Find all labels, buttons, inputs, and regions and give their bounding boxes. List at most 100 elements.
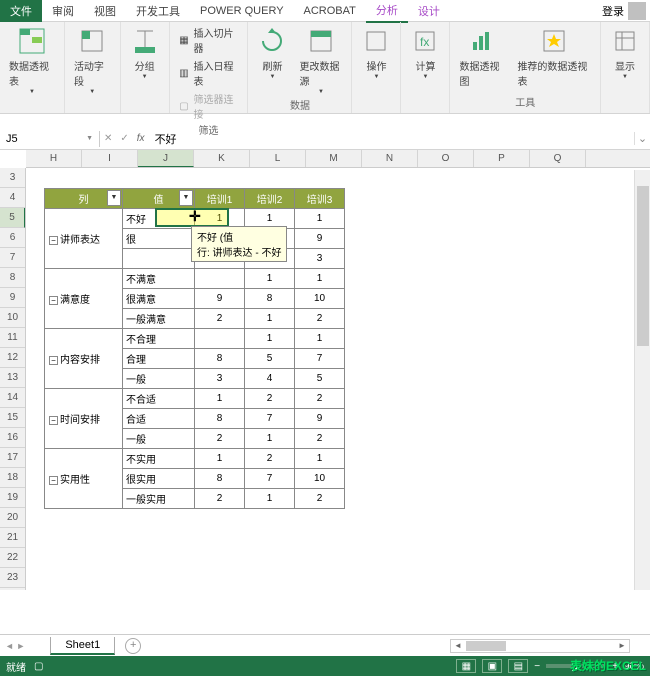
col-header-H[interactable]: H (26, 150, 82, 167)
row-header-17[interactable]: 17 (0, 448, 25, 468)
pivot-row[interactable]: −时间安排不合适122 (45, 389, 345, 409)
row-header-8[interactable]: 8 (0, 268, 25, 288)
pivot-cell[interactable] (195, 329, 245, 349)
pivot-cell[interactable]: 1 (295, 209, 345, 229)
actions-button[interactable]: 操作▼ (357, 24, 395, 82)
row-header-12[interactable]: 12 (0, 348, 25, 368)
active-field-button[interactable]: 活动字段▼ (70, 24, 115, 97)
pivot-cell[interactable]: 7 (245, 409, 295, 429)
col-header-I[interactable]: I (82, 150, 138, 167)
formula-input[interactable]: 不好 (149, 129, 634, 149)
pivot-cell[interactable]: 2 (195, 309, 245, 329)
row-header-24[interactable]: 24 (0, 588, 25, 590)
pivot-group-label[interactable]: −内容安排 (45, 329, 123, 389)
row-header-9[interactable]: 9 (0, 288, 25, 308)
pivot-cell[interactable]: 8 (195, 409, 245, 429)
pivot-cell[interactable] (195, 269, 245, 289)
pivot-cell[interactable]: 1 (245, 309, 295, 329)
row-header-14[interactable]: 14 (0, 388, 25, 408)
tab-design[interactable]: 设计 (408, 0, 450, 22)
cells-area[interactable]: 列▼值▼培训1培训2培训3−讲师表达不好111很7923−满意度不满意11很满意… (26, 168, 650, 590)
pivot-value-label[interactable]: 不合理 (123, 329, 195, 349)
pivot-value-label[interactable]: 一般满意 (123, 309, 195, 329)
row-header-23[interactable]: 23 (0, 568, 25, 588)
pivot-value-label[interactable]: 合理 (123, 349, 195, 369)
pivot-cell[interactable]: 9 (195, 289, 245, 309)
view-layout-button[interactable]: ▣ (482, 659, 502, 673)
tab-dev[interactable]: 开发工具 (126, 0, 190, 22)
tab-file[interactable]: 文件 (0, 0, 42, 22)
pivot-cell[interactable]: 1 (295, 269, 345, 289)
insert-timeline-button[interactable]: ▥插入日程表 (175, 57, 243, 89)
row-header-19[interactable]: 19 (0, 488, 25, 508)
pivot-value-label[interactable]: 不实用 (123, 449, 195, 469)
pivot-cell[interactable]: 1 (245, 269, 295, 289)
pivot-cell[interactable]: 8 (195, 349, 245, 369)
view-normal-button[interactable]: ▦ (456, 659, 476, 673)
pivot-cell[interactable]: 2 (295, 309, 345, 329)
show-button[interactable]: 显示▼ (606, 24, 644, 82)
zoom-out-button[interactable]: − (534, 661, 540, 672)
sheet-nav[interactable]: ◄ ► (0, 641, 30, 651)
row-header-5[interactable]: 5 (0, 208, 25, 228)
pivot-value-label[interactable]: 合适 (123, 409, 195, 429)
col-header-N[interactable]: N (362, 150, 418, 167)
pivot-hdr-val[interactable]: 值▼ (123, 189, 195, 209)
pivot-cell[interactable]: 5 (245, 349, 295, 369)
name-box[interactable]: J5▼ (0, 131, 100, 147)
pivot-value-label[interactable]: 不好 (123, 209, 195, 229)
row-header-3[interactable]: 3 (0, 168, 25, 188)
row-header-4[interactable]: 4 (0, 188, 25, 208)
refresh-button[interactable]: 刷新▼ (253, 24, 291, 82)
sheet-tab-1[interactable]: Sheet1 (50, 637, 115, 655)
recommended-button[interactable]: 推荐的数据透视表 (513, 24, 595, 90)
pivot-cell[interactable]: 2 (295, 489, 345, 509)
col-header-L[interactable]: L (250, 150, 306, 167)
vscroll-thumb[interactable] (637, 186, 649, 346)
pivot-cell[interactable]: 9 (295, 229, 345, 249)
pivot-value-label[interactable] (123, 249, 195, 269)
row-header-15[interactable]: 15 (0, 408, 25, 428)
pivot-group-label[interactable]: −时间安排 (45, 389, 123, 449)
pivot-cell[interactable]: 9 (295, 409, 345, 429)
col-header-Q[interactable]: Q (530, 150, 586, 167)
pivot-hdr-col[interactable]: 列▼ (45, 189, 123, 209)
pivot-table-button[interactable]: 数据透视表▼ (5, 24, 59, 97)
pivot-cell[interactable]: 2 (195, 429, 245, 449)
pivot-group-label[interactable]: −讲师表达 (45, 209, 123, 269)
col-header-J[interactable]: J (138, 150, 194, 167)
row-header-20[interactable]: 20 (0, 508, 25, 528)
col-header-K[interactable]: K (194, 150, 250, 167)
pivot-value-label[interactable]: 不合适 (123, 389, 195, 409)
pivot-cell[interactable]: 2 (245, 449, 295, 469)
pivot-cell[interactable]: 1 (245, 429, 295, 449)
col-header-O[interactable]: O (418, 150, 474, 167)
calc-button[interactable]: fx 计算▼ (406, 24, 444, 82)
login-area[interactable]: 登录 (602, 2, 650, 20)
tab-acrobat[interactable]: ACROBAT (294, 2, 366, 20)
col-header-P[interactable]: P (474, 150, 530, 167)
vertical-scrollbar[interactable] (634, 170, 650, 590)
pivot-value-label[interactable]: 一般 (123, 369, 195, 389)
row-header-21[interactable]: 21 (0, 528, 25, 548)
row-header-16[interactable]: 16 (0, 428, 25, 448)
row-header-7[interactable]: 7 (0, 248, 25, 268)
pivot-value-label[interactable]: 很满意 (123, 289, 195, 309)
row-header-13[interactable]: 13 (0, 368, 25, 388)
tab-review[interactable]: 审阅 (42, 0, 84, 22)
collapse-icon[interactable]: − (49, 236, 58, 245)
pivot-cell[interactable]: 1 (195, 449, 245, 469)
collapse-icon[interactable]: − (49, 356, 58, 365)
add-sheet-button[interactable]: + (125, 638, 141, 654)
pivot-cell[interactable]: 2 (295, 429, 345, 449)
tab-view[interactable]: 视图 (84, 0, 126, 22)
pivot-value-label[interactable]: 很实用 (123, 469, 195, 489)
macro-record-icon[interactable]: ▢ (34, 661, 43, 672)
pivot-cell[interactable]: 10 (295, 469, 345, 489)
pivot-value-label[interactable]: 一般 (123, 429, 195, 449)
pivot-row[interactable]: −满意度不满意11 (45, 269, 345, 289)
pivot-row[interactable]: −实用性不实用121 (45, 449, 345, 469)
row-header-6[interactable]: 6 (0, 228, 25, 248)
row-header-22[interactable]: 22 (0, 548, 25, 568)
pivot-cell[interactable]: 2 (295, 389, 345, 409)
